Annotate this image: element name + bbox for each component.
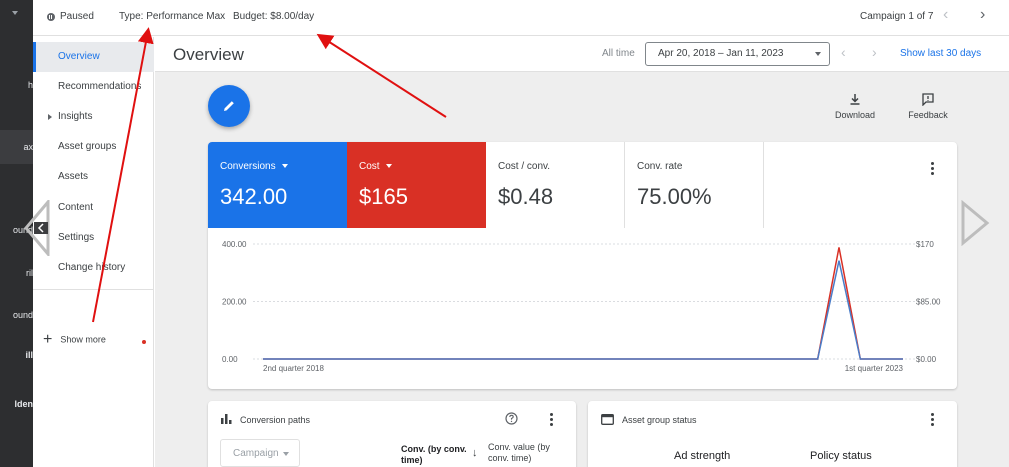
feedback-label: Feedback [908, 110, 948, 120]
conversion-paths-card: Conversion paths Campaign Conv. (by conv… [208, 401, 576, 467]
menu-item-change-history[interactable]: Change history [33, 253, 154, 283]
show-more-button[interactable]: + Show more [43, 331, 106, 349]
menu-item-asset-groups[interactable]: Asset groups [33, 132, 154, 162]
notification-dot [142, 340, 146, 344]
column-header-conv-value[interactable]: Conv. value (by conv. time) [488, 442, 563, 464]
expand-icon [48, 114, 52, 120]
download-icon [850, 94, 860, 105]
dropdown-arrow-icon [815, 52, 821, 56]
date-range-picker[interactable]: Apr 20, 2018 – Jan 11, 2023 [645, 42, 830, 66]
dropdown-arrow-icon [385, 164, 392, 169]
rail-item[interactable]: ill [0, 350, 33, 364]
menu-item-assets[interactable]: Assets [33, 162, 154, 192]
more-vert-icon[interactable] [931, 162, 935, 177]
pencil-icon [224, 101, 234, 111]
rail-item[interactable]: lden [0, 399, 33, 413]
menu-item-insights[interactable]: Insights [33, 102, 154, 132]
metric-value: $165 [359, 184, 408, 209]
rail-item[interactable]: h [0, 80, 33, 94]
y-tick-label-left: 0.00 [222, 355, 238, 364]
metric-value: 342.00 [220, 184, 288, 209]
page-title: Overview [173, 45, 244, 64]
campaign-filter-select[interactable]: Campaign [220, 439, 300, 467]
metric-cost[interactable]: Cost $165 [347, 142, 486, 228]
metric-label: Conversions [220, 161, 288, 172]
summary-card: Conversions 342.00 Cost $165 Cost / conv… [208, 142, 957, 389]
menu-item-recommendations[interactable]: Recommendations [33, 72, 154, 102]
more-vert-icon[interactable] [931, 413, 935, 428]
card-title: Asset group status [622, 415, 697, 425]
download-button[interactable]: Download [830, 92, 880, 120]
metric-value: $0.48 [498, 184, 554, 209]
rail-item-selected[interactable]: ax [0, 130, 33, 164]
main-content: Overview All time Apr 20, 2018 – Jan 11,… [155, 37, 1009, 467]
metric-cost-per-conv[interactable]: Cost / conv. $0.48 [486, 142, 625, 228]
metric-value: 75.00% [637, 184, 712, 209]
menu-item-label: Insights [58, 111, 93, 122]
campaign-status: Paused [60, 11, 94, 22]
campaign-budget: Budget: $8.00/day [233, 11, 315, 22]
asset-group-status-card: Asset group status Ad strength Policy st… [588, 401, 957, 467]
series-line-conversions [263, 260, 903, 360]
campaign-type: Type: Performance Max [119, 11, 226, 22]
metric-conversions[interactable]: Conversions 342.00 [208, 142, 347, 228]
metric-conv-rate[interactable]: Conv. rate 75.00% [625, 142, 764, 228]
select-value: Campaign [233, 448, 279, 459]
show-last-30-days-link[interactable]: Show last 30 days [900, 48, 981, 59]
chevron-left-icon[interactable]: ‹ [841, 44, 846, 60]
x-tick-label: 2nd quarter 2018 [263, 364, 324, 373]
performance-chart: 0.00 200.00 400.00 $0.00 $85.00 $170 2nd quart… [222, 240, 941, 373]
metric-label: Cost [359, 161, 392, 172]
card-title: Conversion paths [240, 415, 311, 425]
menu-item-overview[interactable]: Overview [33, 42, 154, 72]
rail-item[interactable]: ound [0, 310, 33, 324]
plus-icon: + [43, 331, 53, 348]
y-tick-label-right: $0.00 [916, 355, 937, 364]
bar-chart-icon [221, 414, 232, 424]
show-more-label: Show more [60, 334, 106, 345]
edit-fab-button[interactable] [208, 85, 250, 127]
campaign-counter: Campaign 1 of 7 [860, 11, 934, 22]
metric-label: Conv. rate [637, 161, 683, 172]
help-icon[interactable] [505, 412, 518, 425]
next-arrow-icon[interactable] [960, 200, 990, 246]
chevron-right-icon[interactable]: › [872, 44, 877, 60]
feedback-icon [922, 93, 934, 106]
page-menu: Overview Recommendations Insights Asset … [33, 37, 154, 467]
date-range-value: Apr 20, 2018 – Jan 11, 2023 [658, 48, 784, 59]
overview-header: Overview All time Apr 20, 2018 – Jan 11,… [155, 37, 1009, 72]
metric-label: Cost / conv. [498, 161, 551, 172]
menu-item-settings[interactable]: Settings [33, 223, 154, 253]
window-icon [601, 414, 614, 425]
y-tick-label-right: $85.00 [916, 298, 941, 307]
more-vert-icon[interactable] [550, 413, 554, 428]
feedback-button[interactable]: Feedback [903, 92, 953, 120]
rail-item[interactable]: ril [0, 268, 33, 282]
y-tick-label-left: 400.00 [222, 240, 247, 249]
chevron-right-icon[interactable]: › [980, 6, 985, 24]
menu-divider [33, 289, 154, 290]
previous-arrow-icon[interactable] [24, 200, 50, 256]
series-line-cost [263, 247, 903, 360]
x-tick-label: 1st quarter 2023 [845, 364, 904, 373]
y-tick-label-left: 200.00 [222, 298, 247, 307]
menu-item-content[interactable]: Content [33, 193, 154, 223]
y-tick-label-right: $170 [916, 240, 934, 249]
date-range-label: All time [602, 48, 635, 59]
rail-caret-icon[interactable] [12, 11, 18, 15]
sort-arrow-icon[interactable]: ↓ [472, 447, 478, 459]
dropdown-arrow-icon [283, 452, 289, 456]
column-header-conv[interactable]: Conv. (by conv. time) [401, 444, 475, 466]
column-header-ad-strength: Ad strength [674, 450, 731, 462]
column-header-policy-status: Policy status [810, 450, 872, 462]
paused-icon [47, 13, 55, 21]
campaign-topbar: Paused Type: Performance Max Budget: $8.… [33, 0, 1009, 36]
chevron-left-icon[interactable]: ‹ [943, 6, 948, 24]
dropdown-arrow-icon [281, 164, 288, 169]
download-label: Download [834, 110, 876, 120]
